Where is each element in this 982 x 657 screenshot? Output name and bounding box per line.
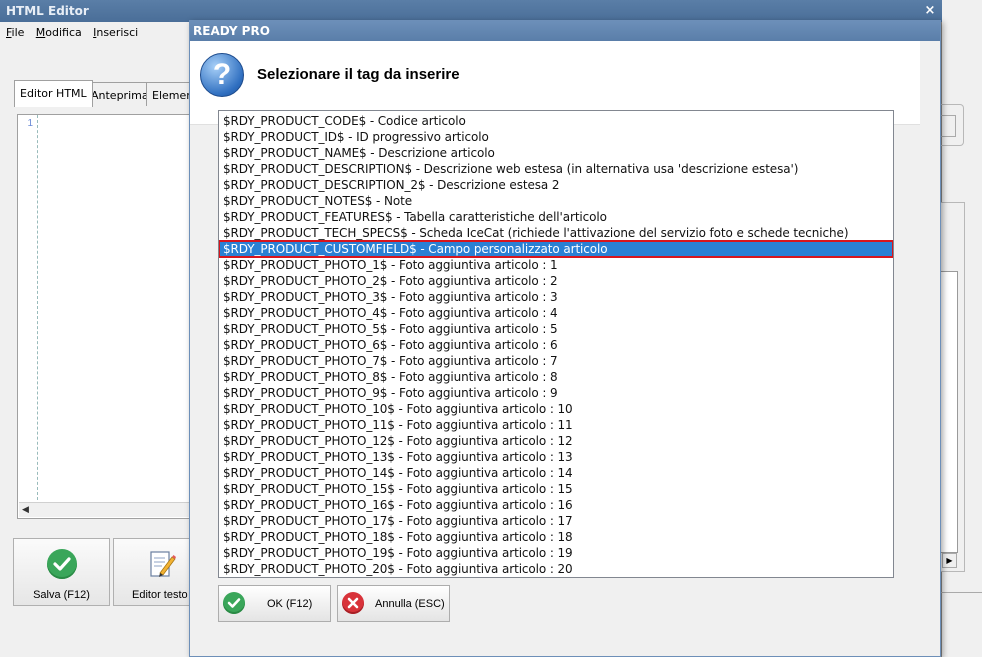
list-item[interactable]: $RDY_PRODUCT_PHOTO_15$ - Foto aggiuntiva… bbox=[219, 481, 893, 497]
edit-document-icon bbox=[148, 549, 176, 579]
close-circle-icon bbox=[342, 592, 364, 614]
dialog-right-strip bbox=[920, 41, 940, 656]
list-item[interactable]: $RDY_PRODUCT_PHOTO_17$ - Foto aggiuntiva… bbox=[219, 513, 893, 529]
line-number-gutter: 1 bbox=[18, 115, 38, 500]
text-editor-button[interactable]: Editor testo bbox=[113, 538, 191, 606]
menu-inserisci[interactable]: Inserisci bbox=[93, 26, 138, 39]
editor-tabs: Editor HTML Anteprima Elementi bbox=[14, 80, 207, 107]
list-item[interactable]: $RDY_PRODUCT_DESCRIPTION_2$ - Descrizion… bbox=[219, 177, 893, 193]
list-item[interactable]: $RDY_PRODUCT_ID$ - ID progressivo artico… bbox=[219, 129, 893, 145]
html-code-editor[interactable]: 1 ◀ bbox=[17, 114, 197, 519]
list-item[interactable]: $RDY_PRODUCT_PHOTO_16$ - Foto aggiuntiva… bbox=[219, 497, 893, 513]
text-editor-button-label: Editor testo bbox=[132, 589, 188, 601]
check-circle-icon bbox=[46, 549, 77, 579]
close-icon[interactable]: × bbox=[922, 3, 938, 18]
ok-button[interactable]: OK (F12) bbox=[218, 585, 331, 622]
line-number: 1 bbox=[27, 118, 33, 129]
editor-title: HTML Editor bbox=[6, 4, 89, 18]
tab-editor-html[interactable]: Editor HTML bbox=[14, 80, 93, 107]
scroll-left-icon[interactable]: ◀ bbox=[22, 504, 29, 515]
list-item[interactable]: $RDY_PRODUCT_PHOTO_10$ - Foto aggiuntiva… bbox=[219, 401, 893, 417]
ok-button-label: OK (F12) bbox=[267, 598, 313, 610]
list-item[interactable]: $RDY_PRODUCT_PHOTO_4$ - Foto aggiuntiva … bbox=[219, 305, 893, 321]
cancel-button[interactable]: Annulla (ESC) bbox=[337, 585, 450, 622]
tab-anteprima[interactable]: Anteprima bbox=[85, 82, 155, 106]
cancel-button-label: Annulla (ESC) bbox=[375, 598, 445, 610]
save-button[interactable]: Salva (F12) bbox=[13, 538, 110, 606]
list-item[interactable]: $RDY_PRODUCT_PHOTO_7$ - Foto aggiuntiva … bbox=[219, 353, 893, 369]
tag-select-dialog: READY PRO ? Selezionare il tag da inseri… bbox=[189, 20, 941, 657]
list-item[interactable]: $RDY_PRODUCT_PHOTO_18$ - Foto aggiuntiva… bbox=[219, 529, 893, 545]
list-item[interactable]: $RDY_PRODUCT_NAME$ - Descrizione articol… bbox=[219, 145, 893, 161]
list-item[interactable]: $RDY_PRODUCT_PHOTO_5$ - Foto aggiuntiva … bbox=[219, 321, 893, 337]
list-item[interactable]: $RDY_PRODUCT_PHOTO_12$ - Foto aggiuntiva… bbox=[219, 433, 893, 449]
list-item[interactable]: $RDY_PRODUCT_CODE$ - Codice articolo bbox=[219, 113, 893, 129]
list-item[interactable]: $RDY_PRODUCT_PHOTO_1$ - Foto aggiuntiva … bbox=[219, 257, 893, 273]
list-item[interactable]: $RDY_PRODUCT_PHOTO_13$ - Foto aggiuntiva… bbox=[219, 449, 893, 465]
question-icon: ? bbox=[200, 53, 244, 97]
list-item[interactable]: $RDY_PRODUCT_FEATURES$ - Tabella caratte… bbox=[219, 209, 893, 225]
scroll-right-icon[interactable]: ▶ bbox=[942, 553, 957, 568]
check-circle-icon bbox=[223, 592, 245, 614]
horizontal-scrollbar[interactable]: ◀ bbox=[19, 502, 197, 517]
menu-file[interactable]: File bbox=[6, 26, 24, 39]
dialog-title: READY PRO bbox=[193, 24, 270, 38]
list-item[interactable]: $RDY_PRODUCT_DESCRIPTION$ - Descrizione … bbox=[219, 161, 893, 177]
save-button-label: Salva (F12) bbox=[33, 589, 90, 601]
list-item[interactable]: $RDY_PRODUCT_PHOTO_9$ - Foto aggiuntiva … bbox=[219, 385, 893, 401]
list-item[interactable]: $RDY_PRODUCT_PHOTO_2$ - Foto aggiuntiva … bbox=[219, 273, 893, 289]
list-item[interactable]: $RDY_PRODUCT_NOTES$ - Note bbox=[219, 193, 893, 209]
list-item[interactable]: $RDY_PRODUCT_PHOTO_8$ - Foto aggiuntiva … bbox=[219, 369, 893, 385]
tag-list[interactable]: $RDY_PRODUCT_CODE$ - Codice articolo $RDY… bbox=[218, 110, 894, 578]
editor-menubar: File Modifica Inserisci bbox=[0, 22, 190, 42]
list-item[interactable]: $RDY_PRODUCT_PHOTO_19$ - Foto aggiuntiva… bbox=[219, 545, 893, 561]
list-item[interactable]: $RDY_PRODUCT_PHOTO_11$ - Foto aggiuntiva… bbox=[219, 417, 893, 433]
dialog-heading: Selezionare il tag da inserire bbox=[257, 66, 460, 83]
menu-modifica[interactable]: Modifica bbox=[36, 26, 82, 39]
list-item[interactable]: $RDY_PRODUCT_TECH_SPECS$ - Scheda IceCat… bbox=[219, 225, 893, 241]
list-item[interactable]: $RDY_PRODUCT_PHOTO_20$ - Foto aggiuntiva… bbox=[219, 561, 893, 577]
list-item[interactable]: $RDY_PRODUCT_PHOTO_6$ - Foto aggiuntiva … bbox=[219, 337, 893, 353]
list-item[interactable]: $RDY_PRODUCT_PHOTO_3$ - Foto aggiuntiva … bbox=[219, 289, 893, 305]
list-item[interactable]: $RDY_PRODUCT_PHOTO_14$ - Foto aggiuntiva… bbox=[219, 465, 893, 481]
dialog-titlebar: READY PRO bbox=[190, 21, 940, 41]
list-item[interactable]: $RDY_PRODUCT_CUSTOMFIELD$ - Campo person… bbox=[219, 240, 893, 258]
editor-titlebar: HTML Editor × bbox=[0, 0, 942, 22]
